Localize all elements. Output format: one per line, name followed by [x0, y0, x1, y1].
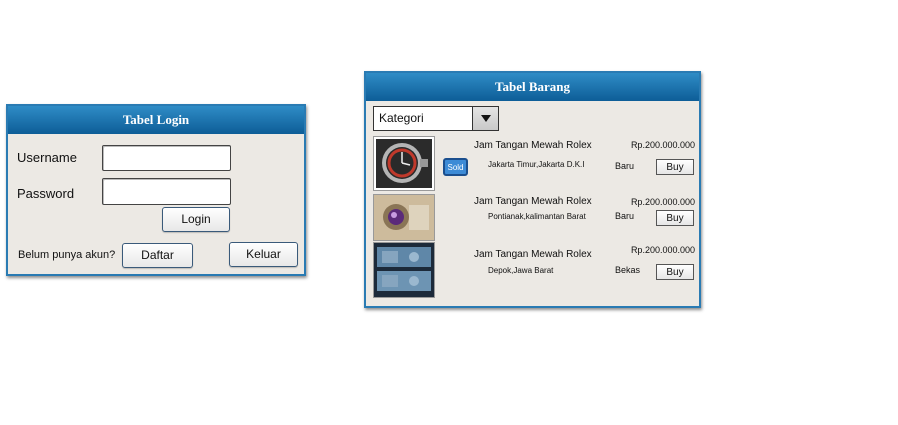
product-location: Pontianak,kalimantan Barat [488, 212, 586, 221]
login-window-title: Tabel Login [8, 106, 304, 134]
register-button[interactable]: Daftar [122, 243, 193, 268]
product-location: Jakarta Timur,Jakarta D.K.I [488, 160, 585, 169]
product-window: Tabel Barang Kategori Sold Jam Tangan Me… [364, 71, 701, 308]
login-window: Tabel Login Username Password Login Belu… [6, 104, 306, 276]
ring-thumbnail[interactable] [373, 194, 435, 241]
buy-button[interactable]: Buy [656, 210, 694, 226]
product-condition: Baru [615, 161, 635, 171]
buy-button[interactable]: Buy [656, 264, 694, 280]
login-button[interactable]: Login [162, 207, 230, 232]
watch-thumbnail[interactable] [373, 136, 435, 191]
product-name: Jam Tangan Mewah Rolex [474, 140, 592, 151]
banknote-image-icon [374, 243, 434, 297]
product-name: Jam Tangan Mewah Rolex [474, 196, 592, 207]
ring-image-icon [374, 195, 434, 240]
product-price: Rp.200.000.000 [630, 197, 695, 207]
category-dropdown[interactable]: Kategori [373, 106, 499, 131]
product-condition: Bekas [615, 265, 641, 275]
product-condition: Baru [615, 211, 635, 221]
product-location: Depok,Jawa Barat [488, 266, 554, 275]
password-label: Password [17, 186, 75, 201]
exit-button[interactable]: Keluar [229, 242, 298, 267]
register-prompt: Belum punya akun? [18, 249, 116, 261]
watch-image-icon [374, 137, 434, 190]
product-name: Jam Tangan Mewah Rolex [474, 249, 592, 260]
product-price: Rp.200.000.000 [630, 245, 695, 255]
product-window-title: Tabel Barang [366, 73, 699, 101]
banknote-thumbnail[interactable] [373, 242, 435, 298]
buy-button[interactable]: Buy [656, 159, 694, 175]
product-price: Rp.200.000.000 [630, 140, 695, 150]
username-label: Username [17, 150, 77, 165]
category-dropdown-value: Kategori [379, 111, 424, 125]
chevron-down-icon[interactable] [472, 107, 498, 130]
password-input[interactable] [102, 178, 231, 205]
sold-badge: Sold [443, 158, 468, 176]
username-input[interactable] [102, 145, 231, 171]
